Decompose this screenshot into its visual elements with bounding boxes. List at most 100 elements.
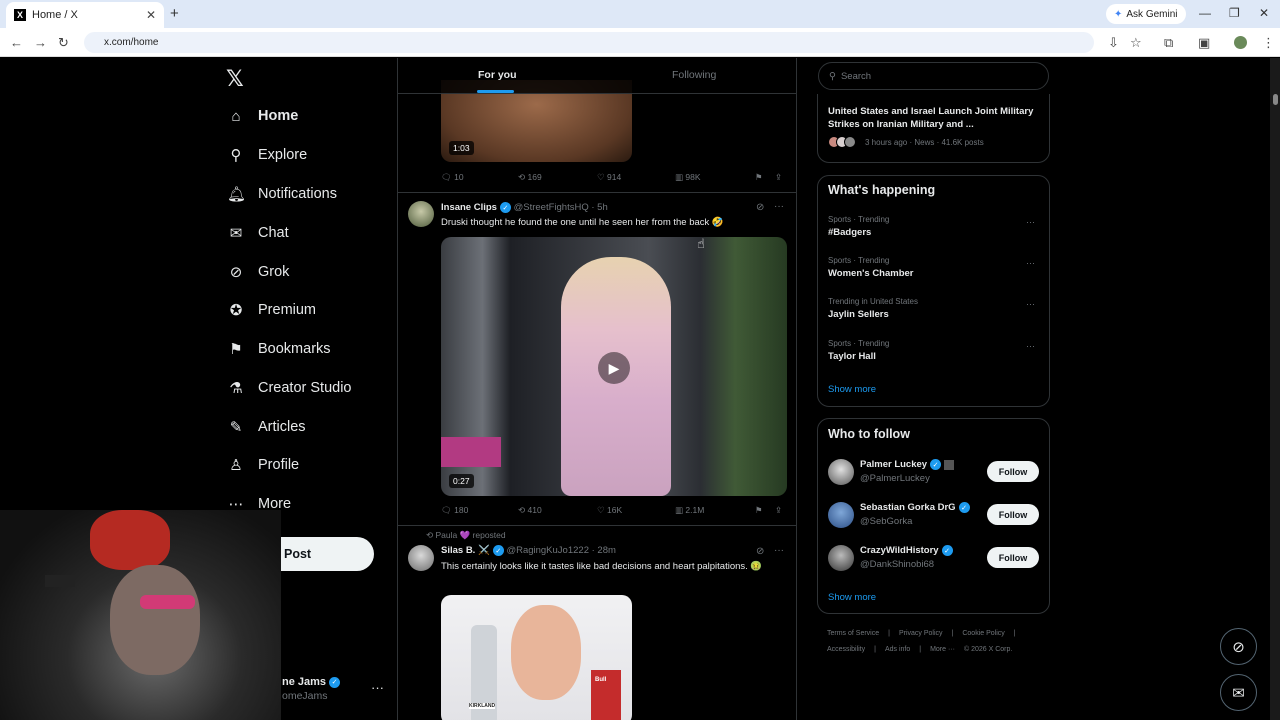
- follow-button[interactable]: Follow: [987, 461, 1039, 482]
- follow-suggestion-handle[interactable]: @PalmerLuckey: [860, 473, 930, 484]
- grok-explain-icon[interactable]: ⊘: [756, 546, 764, 557]
- author-name[interactable]: Insane Clips: [441, 202, 497, 213]
- trend-name[interactable]: Taylor Hall: [828, 351, 876, 362]
- profile-avatar[interactable]: [1234, 36, 1247, 49]
- trend-name[interactable]: Jaylin Sellers: [828, 309, 889, 320]
- extensions-icon[interactable]: ⧉: [1164, 35, 1173, 51]
- author-handle[interactable]: @RagingKuJo1222: [506, 545, 589, 556]
- forward-icon[interactable]: →: [34, 35, 47, 50]
- grok-fab-icon[interactable]: ⊘: [1220, 628, 1257, 665]
- ask-gemini-button[interactable]: ✦ Ask Gemini: [1106, 4, 1186, 24]
- footer-link[interactable]: Cookie Policy: [962, 630, 1004, 637]
- footer-link[interactable]: Terms of Service: [827, 630, 879, 637]
- avatar[interactable]: [408, 545, 434, 571]
- sidepanel-icon[interactable]: ▣: [1198, 35, 1210, 51]
- install-app-icon[interactable]: ⇩: [1108, 35, 1119, 51]
- post-button[interactable]: Post: [281, 537, 374, 571]
- post-time[interactable]: · 28m: [592, 545, 616, 556]
- nav-grok[interactable]: ⊘ Grok: [227, 257, 290, 287]
- follow-suggestion-handle[interactable]: @DankShinobi68: [860, 559, 934, 570]
- post-text: This certainly looks like it tastes like…: [441, 561, 763, 572]
- show-more-link[interactable]: Show more: [828, 384, 876, 395]
- x-logo-icon[interactable]: 𝕏: [226, 66, 244, 92]
- follow-suggestion-name[interactable]: Sebastian Gorka DrG ✓: [860, 502, 970, 513]
- minimize-icon[interactable]: —: [1199, 6, 1211, 20]
- nav-chat[interactable]: ✉ Chat: [227, 218, 289, 248]
- nav-articles[interactable]: ✎ Articles: [227, 412, 306, 442]
- trend-more-icon[interactable]: ···: [1026, 299, 1035, 309]
- close-tab-icon[interactable]: ✕: [146, 8, 156, 22]
- avatar[interactable]: [828, 459, 854, 485]
- bookmark-star-icon[interactable]: ☆: [1130, 35, 1142, 51]
- post-image[interactable]: KIRKLAND Bull: [441, 595, 632, 720]
- follow-suggestion-handle[interactable]: @SebGorka: [860, 516, 912, 527]
- views-button[interactable]: ▥ 2.1M: [675, 505, 704, 516]
- repost-button[interactable]: ⟲ 169: [518, 172, 542, 183]
- new-tab-button[interactable]: +: [170, 5, 179, 22]
- browser-menu-icon[interactable]: ⋮: [1262, 35, 1275, 51]
- close-window-icon[interactable]: ✕: [1259, 6, 1269, 20]
- reply-button[interactable]: 🗨︎ 10: [441, 172, 464, 183]
- more-options-icon[interactable]: ···: [774, 545, 784, 556]
- repost-context[interactable]: ⟲ Paula 💜 reposted: [426, 530, 506, 541]
- like-button[interactable]: ♡ 914: [597, 172, 621, 183]
- browser-tab[interactable]: X Home / X ✕: [6, 2, 164, 28]
- bookmark-icon[interactable]: ⚑: [755, 505, 763, 516]
- nav-bookmarks[interactable]: ⚑ Bookmarks: [227, 334, 330, 364]
- repost-button[interactable]: ⟲ 410: [518, 505, 542, 516]
- like-button[interactable]: ♡ 16K: [597, 505, 622, 516]
- author-name[interactable]: Silas B. ⚔️: [441, 545, 490, 556]
- footer-link[interactable]: More ···: [930, 646, 955, 653]
- show-more-link[interactable]: Show more: [828, 592, 876, 603]
- reload-icon[interactable]: ↻: [58, 35, 69, 51]
- post-video[interactable]: ▶ 0:27: [441, 237, 787, 496]
- avatar[interactable]: [408, 201, 434, 227]
- scrollbar-thumb[interactable]: [1273, 94, 1278, 105]
- messages-fab-icon[interactable]: ✉: [1220, 674, 1257, 711]
- nav-profile[interactable]: ♙ Profile: [227, 450, 299, 480]
- post-time[interactable]: · 5h: [591, 202, 607, 213]
- trend-more-icon[interactable]: ···: [1026, 258, 1035, 268]
- footer-link[interactable]: Accessibility: [827, 646, 865, 653]
- follow-button[interactable]: Follow: [987, 504, 1039, 525]
- follow-button[interactable]: Follow: [987, 547, 1039, 568]
- nav-premium[interactable]: ✪ Premium: [227, 295, 316, 325]
- grok-explain-icon[interactable]: ⊘: [756, 202, 764, 213]
- back-icon[interactable]: ←: [10, 35, 23, 50]
- avatar[interactable]: [828, 502, 854, 528]
- views-button[interactable]: ▥ 98K: [675, 172, 701, 183]
- trend-name[interactable]: Women's Chamber: [828, 268, 914, 279]
- share-icon[interactable]: ⇪: [775, 505, 782, 516]
- nav-notifications[interactable]: 🔔︎ Notifications: [227, 179, 337, 209]
- footer-link[interactable]: Privacy Policy: [899, 630, 943, 637]
- more-options-icon[interactable]: ···: [774, 201, 784, 212]
- nav-explore[interactable]: ⚲ Explore: [227, 140, 308, 170]
- nav-home[interactable]: ⌂ Home: [227, 101, 298, 131]
- author-handle[interactable]: @StreetFightsHQ: [514, 202, 589, 213]
- account-handle[interactable]: omeJams: [282, 690, 328, 702]
- restore-icon[interactable]: ❐: [1229, 6, 1240, 20]
- footer-link[interactable]: Ads info: [885, 646, 910, 653]
- follow-suggestion-name[interactable]: Palmer Luckey ✓: [860, 459, 955, 470]
- tab-for-you[interactable]: For you: [478, 69, 517, 81]
- play-icon[interactable]: ▶: [598, 352, 630, 384]
- mouse-cursor-icon: ☝: [697, 236, 705, 251]
- trend-name[interactable]: #Badgers: [828, 227, 871, 238]
- url-text: x.com/home: [104, 37, 159, 48]
- post-divider: [398, 525, 796, 526]
- trend-more-icon[interactable]: ···: [1026, 341, 1035, 351]
- follow-suggestion-name[interactable]: CrazyWildHistory ✓: [860, 545, 953, 556]
- account-menu-icon[interactable]: ···: [371, 680, 384, 695]
- address-bar[interactable]: x.com/home: [84, 32, 1094, 53]
- search-input[interactable]: ⚲ Search: [818, 62, 1049, 90]
- avatar[interactable]: [828, 545, 854, 571]
- scrollbar[interactable]: [1270, 58, 1280, 720]
- trend-more-icon[interactable]: ···: [1026, 217, 1035, 227]
- share-icon[interactable]: ⇪: [775, 172, 782, 183]
- account-name[interactable]: ne Jams ✓: [282, 676, 341, 688]
- news-headline[interactable]: United States and Israel Launch Joint Mi…: [828, 105, 1038, 131]
- nav-creator-studio[interactable]: ⚗ Creator Studio: [227, 373, 351, 403]
- tab-following[interactable]: Following: [672, 69, 716, 81]
- bookmark-icon[interactable]: ⚑: [755, 172, 763, 183]
- reply-button[interactable]: 🗨︎ 180: [441, 505, 468, 516]
